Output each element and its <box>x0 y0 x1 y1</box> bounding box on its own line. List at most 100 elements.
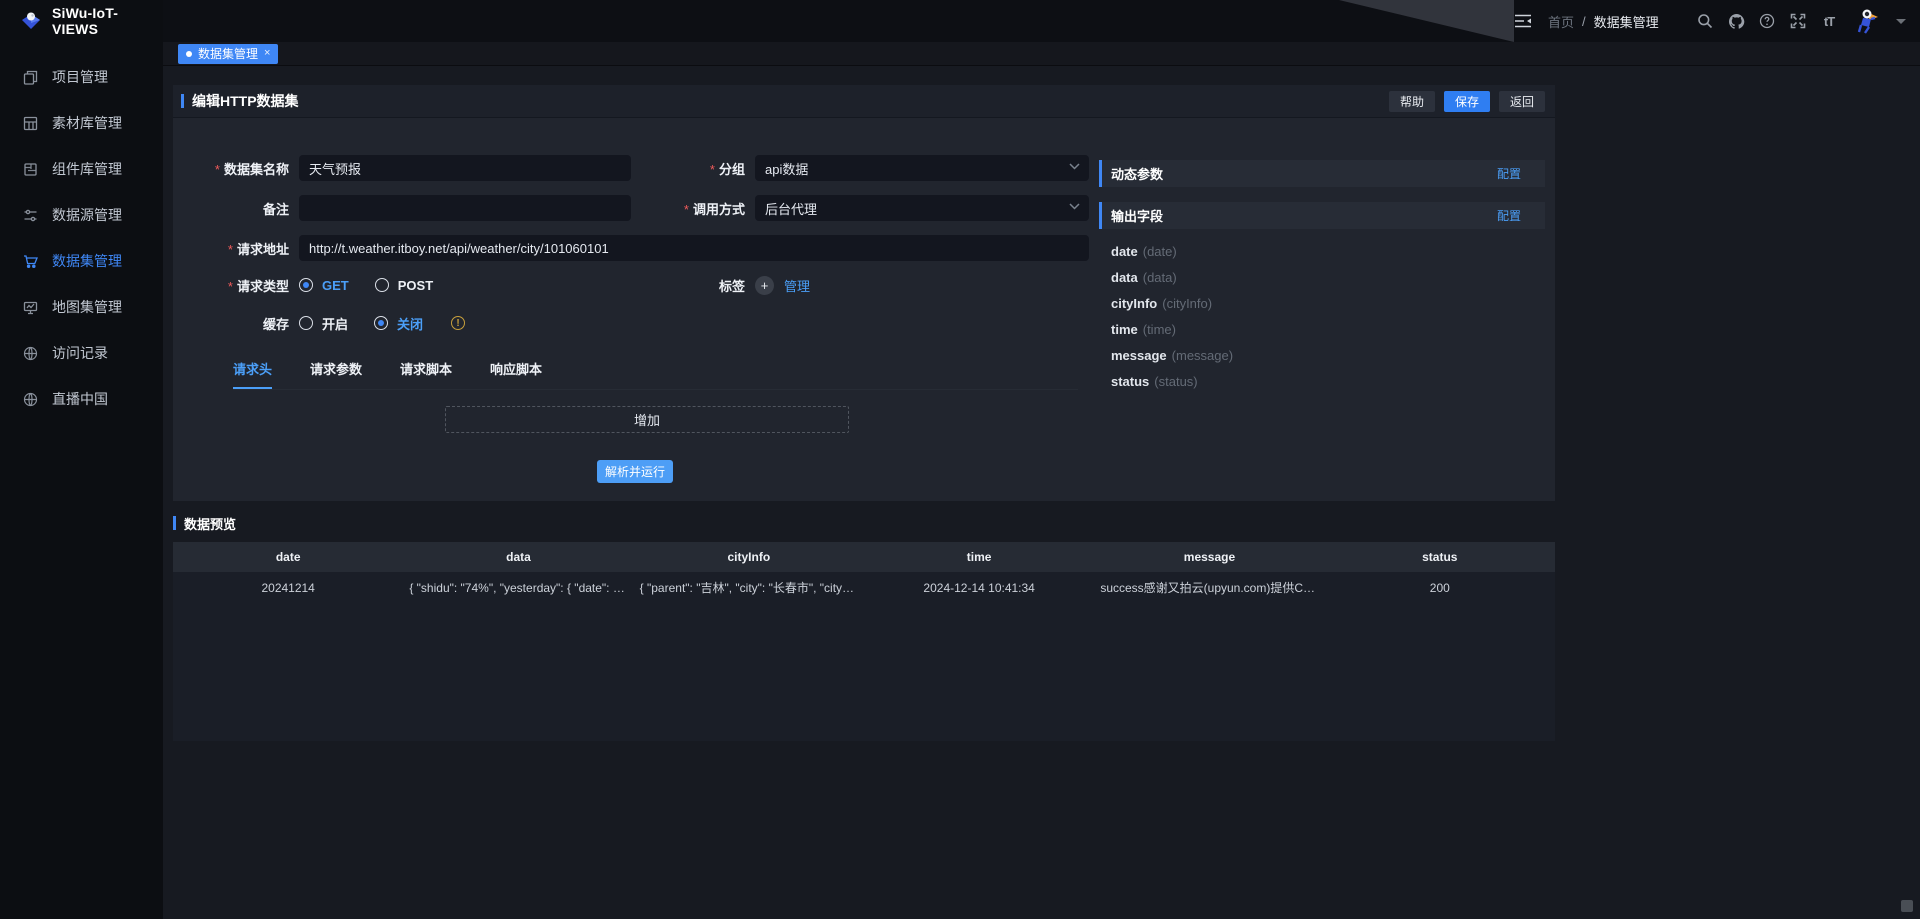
table-body: 20241214 { "shidu": "74%", "yesterday": … <box>173 572 1555 741</box>
form-area: 数据集名称 分组 备注 <box>173 155 1079 483</box>
data-preview-header: 数据预览 <box>173 513 1920 533</box>
search-icon[interactable] <box>1696 12 1714 30</box>
output-field-item: status(status) <box>1111 369 1545 395</box>
add-tag-button[interactable]: + <box>755 276 774 295</box>
remark-input[interactable] <box>299 195 631 221</box>
column-header-message: message <box>1094 550 1324 564</box>
output-fields-header: 输出字段 配置 <box>1099 202 1545 229</box>
help-button[interactable]: 帮助 <box>1389 91 1435 112</box>
globe-icon <box>22 391 38 407</box>
sidebar-item-component[interactable]: 组件库管理 <box>0 146 163 192</box>
sidebar-collapse-icon[interactable] <box>1514 11 1534 31</box>
card-header: 编辑HTTP数据集 帮助 保存 返回 <box>173 85 1555 118</box>
cache-radio-group: 开启 关闭 ! <box>299 314 631 333</box>
tab-request-headers[interactable]: 请求头 <box>233 359 272 389</box>
sidebar-item-live-china[interactable]: 直播中国 <box>0 376 163 422</box>
remark-label: 备注 <box>173 199 289 218</box>
cache-warning-icon: ! <box>451 316 465 330</box>
topbar: 首页 / 数据集管理 tT <box>163 0 1920 42</box>
field-alias: (time) <box>1143 322 1176 337</box>
tab-close-icon[interactable]: × <box>264 48 270 59</box>
radio-checked-icon <box>299 278 313 292</box>
cell-time: 2024-12-14 10:41:34 <box>864 581 1094 595</box>
globe-icon <box>22 345 38 361</box>
sidebar: SiWu-IoT-VIEWS 项目管理 素材库管理 组件库管理 <box>0 0 163 919</box>
app-layout: SiWu-IoT-VIEWS 项目管理 素材库管理 组件库管理 <box>0 0 1920 919</box>
group-select-value[interactable] <box>755 155 1089 181</box>
tab-request-script[interactable]: 请求脚本 <box>400 359 452 389</box>
radio-unchecked-icon <box>375 278 389 292</box>
field-alias: (date) <box>1143 244 1177 259</box>
sidebar-item-records[interactable]: 访问记录 <box>0 330 163 376</box>
card-body: 数据集名称 分组 备注 <box>173 118 1555 501</box>
field-name: message <box>1111 348 1167 363</box>
sidebar-item-project[interactable]: 项目管理 <box>0 54 163 100</box>
tag-label: 标签 <box>641 276 745 295</box>
table-row: 20241214 { "shidu": "74%", "yesterday": … <box>173 572 1555 603</box>
output-fields-title: 输出字段 <box>1111 206 1163 225</box>
request-url-input[interactable] <box>299 235 1089 261</box>
output-fields-configure-link[interactable]: 配置 <box>1497 207 1521 224</box>
breadcrumb-home[interactable]: 首页 <box>1548 12 1574 31</box>
mapset-icon <box>22 299 38 315</box>
output-field-item: message(message) <box>1111 343 1545 369</box>
tab-request-params[interactable]: 请求参数 <box>310 359 362 389</box>
datasource-icon <box>22 207 38 223</box>
dataset-name-input[interactable] <box>299 155 631 181</box>
scroll-corner-grip[interactable] <box>1901 900 1913 912</box>
request-url-label: 请求地址 <box>173 239 289 258</box>
accent-bar <box>181 94 184 108</box>
help-icon[interactable] <box>1758 12 1776 30</box>
invoke-mode-select-value[interactable] <box>755 195 1089 221</box>
github-icon[interactable] <box>1727 12 1745 30</box>
user-menu-caret-icon[interactable] <box>1896 19 1906 24</box>
field-name: date <box>1111 244 1138 259</box>
method-get-radio[interactable]: GET <box>299 278 349 293</box>
breadcrumb-separator: / <box>1582 14 1586 29</box>
dynamic-params-configure-link[interactable]: 配置 <box>1497 165 1521 182</box>
output-field-list: date (date) data(data) cityInfo(cityInfo)… <box>1099 229 1545 395</box>
component-library-icon <box>22 161 38 177</box>
output-field-item: cityInfo(cityInfo) <box>1111 291 1545 317</box>
edit-http-dataset-card: 编辑HTTP数据集 帮助 保存 返回 数据集名称 分组 <box>173 85 1555 501</box>
material-library-icon <box>22 115 38 131</box>
sidebar-item-label: 素材库管理 <box>52 113 122 133</box>
sidebar-item-material[interactable]: 素材库管理 <box>0 100 163 146</box>
manage-tags-link[interactable]: 管理 <box>784 276 810 295</box>
column-header-status: status <box>1325 550 1555 564</box>
method-get-label: GET <box>322 278 349 293</box>
tab-response-script[interactable]: 响应脚本 <box>490 359 542 389</box>
output-field-item: time (time) <box>1111 317 1545 343</box>
topbar-icons: tT <box>1696 6 1906 36</box>
cell-status: 200 <box>1325 581 1555 595</box>
request-config-tabs: 请求头 请求参数 请求脚本 响应脚本 <box>233 359 1078 390</box>
group-select[interactable] <box>755 155 1089 181</box>
cache-off-radio[interactable]: 关闭 <box>374 314 423 333</box>
cache-on-label: 开启 <box>322 314 348 333</box>
method-post-radio[interactable]: POST <box>375 278 433 293</box>
field-name: cityInfo <box>1111 296 1157 311</box>
column-header-date: date <box>173 550 403 564</box>
app-logo-icon <box>20 10 42 32</box>
fullscreen-icon[interactable] <box>1789 12 1807 30</box>
app-title: SiWu-IoT-VIEWS <box>52 5 163 37</box>
sidebar-item-dataset[interactable]: 数据集管理 <box>0 238 163 284</box>
back-button[interactable]: 返回 <box>1499 91 1545 112</box>
column-header-cityinfo: cityInfo <box>634 550 864 564</box>
font-size-icon[interactable]: tT <box>1820 12 1838 30</box>
output-field-item: data(data) <box>1111 265 1545 291</box>
sidebar-item-mapset[interactable]: 地图集管理 <box>0 284 163 330</box>
add-header-button[interactable]: 增加 <box>445 406 849 433</box>
cache-label: 缓存 <box>173 314 289 333</box>
breadcrumb-current: 数据集管理 <box>1594 12 1659 31</box>
cache-on-radio[interactable]: 开启 <box>299 314 348 333</box>
accent-bar <box>173 516 176 530</box>
sidebar-item-datasource[interactable]: 数据源管理 <box>0 192 163 238</box>
invoke-mode-select[interactable] <box>755 195 1089 221</box>
tab-dataset-management[interactable]: 数据集管理 × <box>178 44 278 64</box>
field-name: time <box>1111 322 1138 337</box>
save-button[interactable]: 保存 <box>1444 91 1490 112</box>
parse-and-run-button[interactable]: 解析并运行 <box>597 460 673 483</box>
request-method-label: 请求类型 <box>173 276 289 295</box>
avatar[interactable] <box>1851 6 1881 36</box>
